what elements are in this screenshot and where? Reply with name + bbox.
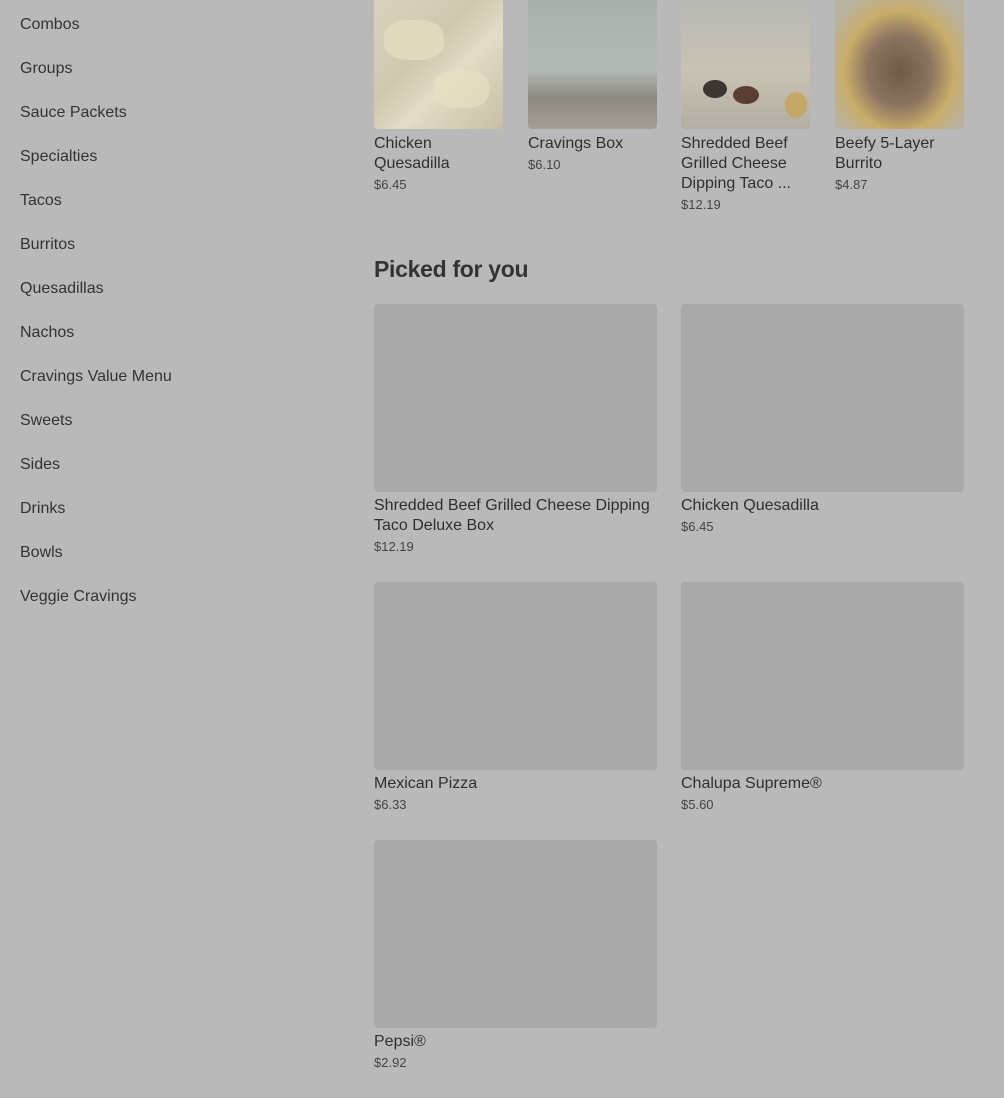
sidebar-item-specialties[interactable]: Specialties [20, 132, 320, 176]
featured-items-row: Chicken Quesadilla $6.45 Cravings Box $6… [374, 0, 964, 240]
sidebar-item-sweets[interactable]: Sweets [20, 396, 320, 440]
category-sidebar: Combos Groups Sauce Packets Specialties … [20, 0, 320, 616]
item-title: Cravings Box [528, 135, 624, 152]
food-image-placeholder [374, 304, 657, 492]
sidebar-item-burritos[interactable]: Burritos [20, 220, 320, 264]
item-title: Beefy 5-Layer Burrito [835, 135, 935, 172]
picked-item-card[interactable]: Chalupa Supreme® $5.60 [681, 582, 964, 812]
item-title: Chicken Quesadilla [681, 497, 819, 514]
item-title: Chicken Quesadilla [374, 135, 450, 172]
item-title: Mexican Pizza [374, 775, 478, 792]
item-title: Shredded Beef Grilled Cheese Dipping Tac… [374, 497, 650, 534]
item-price: $2.92 [374, 1055, 407, 1070]
featured-item-card[interactable]: Cravings Box $6.10 [528, 0, 657, 172]
food-image [835, 0, 964, 129]
item-price: $12.19 [681, 197, 721, 212]
sidebar-item-sides[interactable]: Sides [20, 440, 320, 484]
sidebar-item-bowls[interactable]: Bowls [20, 528, 320, 572]
item-price: $6.45 [681, 519, 714, 534]
item-price: $4.87 [835, 177, 868, 192]
item-title: Shredded Beef Grilled Cheese Dipping Tac… [681, 135, 791, 192]
food-image [681, 0, 810, 129]
sidebar-item-tacos[interactable]: Tacos [20, 176, 320, 220]
sidebar-item-veggie-cravings[interactable]: Veggie Cravings [20, 572, 320, 616]
picked-item-card[interactable]: Shredded Beef Grilled Cheese Dipping Tac… [374, 304, 657, 554]
item-price: $6.45 [374, 177, 407, 192]
sidebar-item-nachos[interactable]: Nachos [20, 308, 320, 352]
featured-item-card[interactable]: Chicken Quesadilla $6.45 [374, 0, 503, 192]
menu-main: Chicken Quesadilla $6.45 Cravings Box $6… [374, 0, 964, 1070]
item-price: $6.10 [528, 157, 561, 172]
featured-item-card[interactable]: Shredded Beef Grilled Cheese Dipping Tac… [681, 0, 810, 212]
sidebar-item-cravings-value-menu[interactable]: Cravings Value Menu [20, 352, 320, 396]
item-price: $6.33 [374, 797, 407, 812]
food-image-placeholder [374, 582, 657, 770]
sidebar-item-quesadillas[interactable]: Quesadillas [20, 264, 320, 308]
sidebar-item-drinks[interactable]: Drinks [20, 484, 320, 528]
featured-item-card[interactable]: Beefy 5-Layer Burrito $4.87 [835, 0, 964, 192]
food-image-placeholder [681, 304, 964, 492]
food-image [374, 0, 503, 129]
food-image-placeholder [681, 582, 964, 770]
item-price: $12.19 [374, 539, 414, 554]
item-title: Pepsi® [374, 1033, 426, 1050]
item-price: $5.60 [681, 797, 714, 812]
item-title: Chalupa Supreme® [681, 775, 822, 792]
picked-item-card[interactable]: Mexican Pizza $6.33 [374, 582, 657, 812]
picked-for-you-heading: Picked for you [374, 256, 529, 282]
food-image-placeholder [374, 840, 657, 1028]
sidebar-item-sauce-packets[interactable]: Sauce Packets [20, 88, 320, 132]
picked-item-card[interactable]: Chicken Quesadilla $6.45 [681, 304, 964, 534]
food-image [528, 0, 657, 129]
picked-item-card[interactable]: Pepsi® $2.92 [374, 840, 657, 1070]
sidebar-item-combos[interactable]: Combos [20, 0, 320, 44]
sidebar-item-groups[interactable]: Groups [20, 44, 320, 88]
